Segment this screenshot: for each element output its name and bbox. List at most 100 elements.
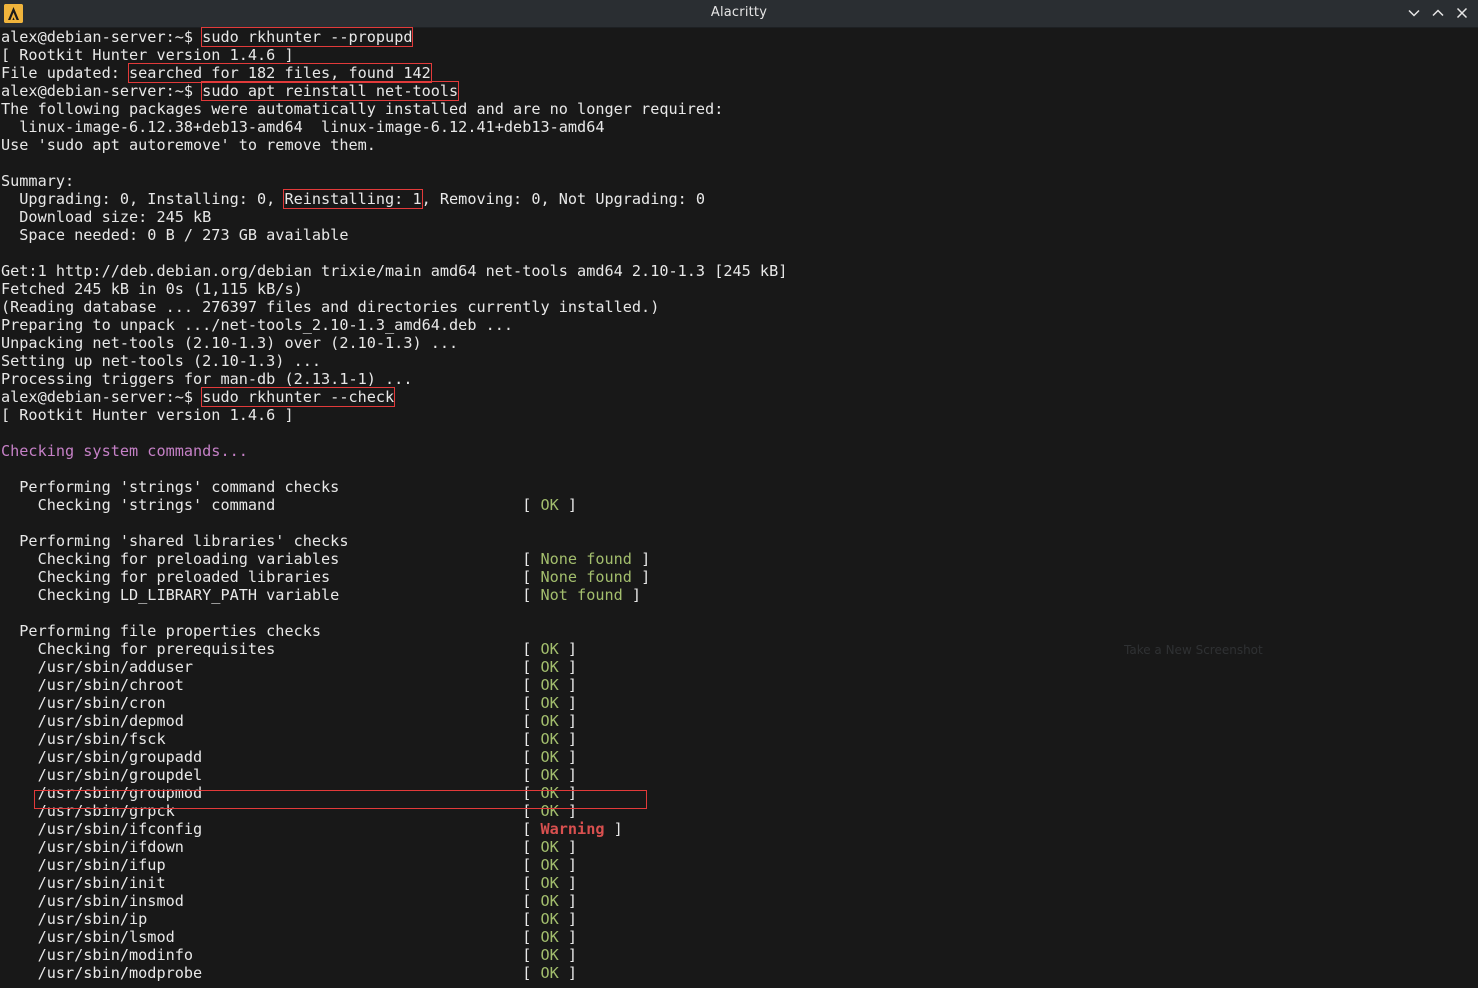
terminal-line: The following packages were automaticall… xyxy=(1,100,1478,118)
terminal-text: ] xyxy=(558,928,578,946)
terminal-line: /usr/sbin/grpck [ OK ] xyxy=(1,802,1478,820)
terminal-line: alex@debian-server:~$ sudo rkhunter --pr… xyxy=(1,27,1478,47)
status-ok: None found xyxy=(540,568,632,586)
terminal-text: ] xyxy=(558,856,578,874)
terminal-text: ] xyxy=(558,838,578,856)
terminal-text: linux-image-6.12.38+deb13-amd64 linux-im… xyxy=(1,118,605,136)
terminal-line: /usr/sbin/modinfo [ OK ] xyxy=(1,946,1478,964)
terminal-text: The following packages were automaticall… xyxy=(1,100,724,118)
terminal-line: /usr/sbin/lsmod [ OK ] xyxy=(1,928,1478,946)
terminal-text: ] xyxy=(631,568,651,586)
status-ok: OK xyxy=(540,964,559,982)
terminal-text: ] xyxy=(558,802,578,820)
close-button[interactable] xyxy=(1453,4,1471,22)
terminal-line: /usr/sbin/ifdown [ OK ] xyxy=(1,838,1478,856)
terminal-text: ] xyxy=(622,586,642,604)
chevron-up-icon xyxy=(1432,9,1444,17)
terminal-text: ] xyxy=(558,640,578,658)
terminal-text: /usr/sbin/modinfo [ xyxy=(1,946,541,964)
terminal-line: Performing file properties checks xyxy=(1,622,1478,640)
terminal-line: alex@debian-server:~$ sudo rkhunter --ch… xyxy=(1,387,1478,407)
minimize-button[interactable] xyxy=(1405,4,1423,22)
terminal-text: /usr/sbin/grpck [ xyxy=(1,802,541,820)
terminal-line: Checking 'strings' command [ OK ] xyxy=(1,496,1478,514)
highlighted-command: sudo apt reinstall net-tools xyxy=(201,81,460,101)
terminal-text: ] xyxy=(558,964,578,982)
terminal-text: Use 'sudo apt autoremove' to remove them… xyxy=(1,136,376,154)
terminal-text: alex@debian-server:~$ xyxy=(1,82,203,100)
terminal-line: Fetched 245 kB in 0s (1,115 kB/s) xyxy=(1,280,1478,298)
section-heading: Checking system commands... xyxy=(1,442,248,460)
terminal-line: Processing triggers for man-db (2.13.1-1… xyxy=(1,370,1478,388)
terminal-line: /usr/sbin/groupadd [ OK ] xyxy=(1,748,1478,766)
terminal-text: Checking 'strings' command [ xyxy=(1,496,541,514)
status-warning: Warning xyxy=(540,820,605,838)
terminal-text: Checking for prerequisites [ xyxy=(1,640,541,658)
terminal-text: Performing 'strings' command checks xyxy=(1,478,340,496)
status-ok: Not found xyxy=(540,586,623,604)
terminal-text: alex@debian-server:~$ xyxy=(1,388,203,406)
status-ok: OK xyxy=(540,712,559,730)
terminal-text: /usr/sbin/insmod [ xyxy=(1,892,541,910)
status-ok: OK xyxy=(540,838,559,856)
terminal-text: Checking for preloading variables [ xyxy=(1,550,541,568)
terminal-text: Download size: 245 kB xyxy=(1,208,212,226)
terminal-text: Processing triggers for man-db (2.13.1-1… xyxy=(1,370,413,388)
status-ok: OK xyxy=(540,856,559,874)
title-bar[interactable]: Alacritty xyxy=(0,0,1478,28)
terminal-line: /usr/sbin/ifconfig [ Warning ] xyxy=(1,820,1478,838)
terminal-text: ] xyxy=(558,784,578,802)
terminal-line: Checking LD_LIBRARY_PATH variable [ Not … xyxy=(1,586,1478,604)
status-ok: OK xyxy=(540,910,559,928)
terminal-text: ] xyxy=(631,550,651,568)
terminal-line: Checking for preloaded libraries [ None … xyxy=(1,568,1478,586)
terminal-line: File updated: searched for 182 files, fo… xyxy=(1,63,1478,83)
terminal-line: /usr/sbin/modprobe [ OK ] xyxy=(1,964,1478,982)
terminal-line: [ Rootkit Hunter version 1.4.6 ] xyxy=(1,406,1478,424)
terminal-output[interactable]: alex@debian-server:~$ sudo rkhunter --pr… xyxy=(1,27,1478,988)
terminal-line: Checking system commands... xyxy=(1,442,1478,460)
chevron-down-icon xyxy=(1408,9,1420,17)
status-ok: OK xyxy=(540,784,559,802)
status-ok: OK xyxy=(540,928,559,946)
terminal-text: /usr/sbin/fsck [ xyxy=(1,730,541,748)
terminal-line: (Reading database ... 276397 files and d… xyxy=(1,298,1478,316)
terminal-text: /usr/sbin/chroot [ xyxy=(1,676,541,694)
terminal-text: /usr/sbin/groupdel [ xyxy=(1,766,541,784)
terminal-line: /usr/sbin/groupdel [ OK ] xyxy=(1,766,1478,784)
maximize-button[interactable] xyxy=(1429,4,1447,22)
terminal-text: /usr/sbin/adduser [ xyxy=(1,658,541,676)
terminal-text: , Removing: 0, Not Upgrading: 0 xyxy=(421,190,706,208)
terminal-text: Performing file properties checks xyxy=(1,622,322,640)
terminal-text: Preparing to unpack .../net-tools_2.10-1… xyxy=(1,316,514,334)
terminal-text: (Reading database ... 276397 files and d… xyxy=(1,298,660,316)
status-ok: OK xyxy=(540,676,559,694)
terminal-text: [ Rootkit Hunter version 1.4.6 ] xyxy=(1,406,294,424)
terminal-text: ] xyxy=(558,766,578,784)
take-screenshot-hint: Take a New Screenshot xyxy=(1124,643,1263,657)
status-ok: OK xyxy=(540,946,559,964)
status-ok: OK xyxy=(540,802,559,820)
status-ok: OK xyxy=(540,766,559,784)
terminal-line: Summary: xyxy=(1,172,1478,190)
terminal-text: /usr/sbin/lsmod [ xyxy=(1,928,541,946)
status-ok: OK xyxy=(540,694,559,712)
terminal-line: linux-image-6.12.38+deb13-amd64 linux-im… xyxy=(1,118,1478,136)
terminal-text: Get:1 http://deb.debian.org/debian trixi… xyxy=(1,262,788,280)
terminal-line: Performing 'strings' command checks xyxy=(1,478,1478,496)
status-ok: OK xyxy=(540,496,559,514)
terminal-text: /usr/sbin/ifconfig [ xyxy=(1,820,541,838)
status-ok: OK xyxy=(540,730,559,748)
terminal-text: Summary: xyxy=(1,172,75,190)
terminal-text: Upgrading: 0, Installing: 0, xyxy=(1,190,285,208)
terminal-text: File updated: xyxy=(1,64,130,82)
terminal-line: /usr/sbin/fsck [ OK ] xyxy=(1,730,1478,748)
terminal-line: /usr/sbin/cron [ OK ] xyxy=(1,694,1478,712)
terminal-line: Use 'sudo apt autoremove' to remove them… xyxy=(1,136,1478,154)
terminal-line: /usr/sbin/groupmod [ OK ] xyxy=(1,784,1478,802)
status-ok: OK xyxy=(540,892,559,910)
terminal-line: Performing 'shared libraries' checks xyxy=(1,532,1478,550)
